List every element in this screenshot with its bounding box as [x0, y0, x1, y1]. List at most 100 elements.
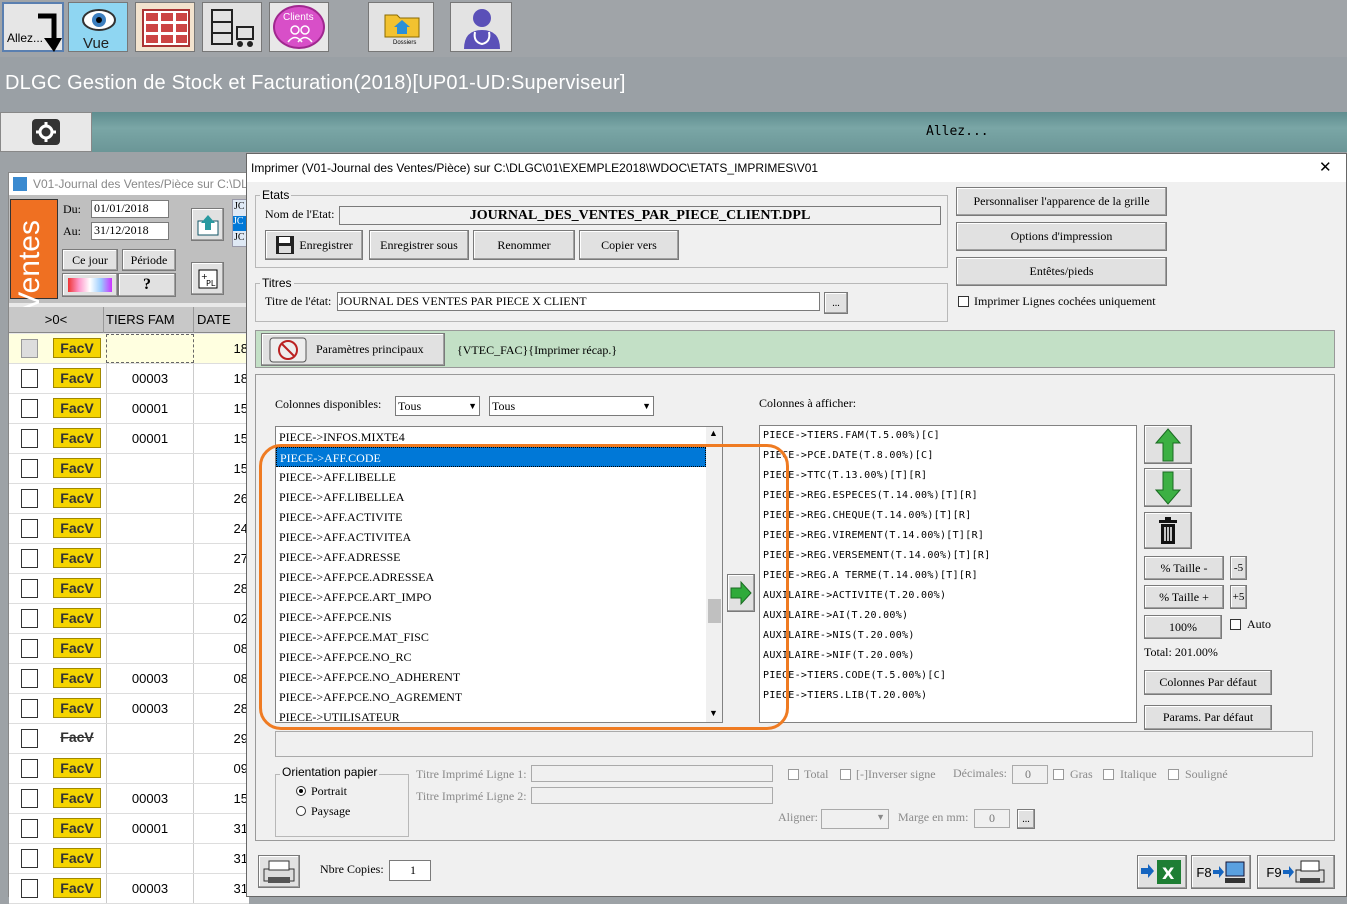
- table-row[interactable]: FacV 26: [9, 484, 249, 514]
- row-checkbox[interactable]: [21, 849, 38, 868]
- table-row[interactable]: FacV 00003 28: [9, 694, 249, 724]
- available-column-item[interactable]: PIECE->AFF.PCE.MAT_FISC: [276, 627, 706, 647]
- row-checkbox[interactable]: [21, 579, 38, 598]
- table-row[interactable]: FacV 00003 18: [9, 364, 249, 394]
- displayed-column-item[interactable]: PIECE->REG.VERSEMENT(T.14.00%)[T][R]: [760, 546, 1136, 566]
- displayed-column-item[interactable]: AUXILAIRE->AI(T.20.00%): [760, 606, 1136, 626]
- stock-button[interactable]: [202, 2, 262, 52]
- row-checkbox[interactable]: [21, 729, 38, 748]
- row-checkbox[interactable]: [21, 669, 38, 688]
- titre-ligne1-field[interactable]: [531, 765, 773, 782]
- displayed-column-item[interactable]: PIECE->TIERS.LIB(T.20.00%): [760, 686, 1136, 706]
- total-checkbox[interactable]: [788, 769, 799, 780]
- row-checkbox[interactable]: [21, 489, 38, 508]
- titre-ligne2-field[interactable]: [531, 787, 773, 804]
- periode-button[interactable]: Période: [122, 249, 176, 271]
- italique-checkbox[interactable]: [1103, 769, 1114, 780]
- delete-column-button[interactable]: [1144, 512, 1192, 549]
- help-button[interactable]: ?: [118, 273, 176, 297]
- marge-spinner[interactable]: 0: [974, 809, 1010, 828]
- displayed-column-item[interactable]: PIECE->TIERS.CODE(T.5.00%)[C]: [760, 666, 1136, 686]
- displayed-column-item[interactable]: PIECE->PCE.DATE(T.8.00%)[C]: [760, 446, 1136, 466]
- gras-checkbox[interactable]: [1053, 769, 1064, 780]
- params-defaut-button[interactable]: Params. Par défaut: [1144, 705, 1272, 730]
- marge-browse-button[interactable]: ...: [1017, 809, 1035, 829]
- table-row[interactable]: FacV 15: [9, 454, 249, 484]
- enregistrer-sous-button[interactable]: Enregistrer sous: [369, 230, 469, 260]
- available-columns-list[interactable]: PIECE->INFOS.MIXTE4 PIECE->AFF.CODE PIECE-…: [275, 426, 723, 723]
- row-checkbox[interactable]: [21, 519, 38, 538]
- table-row[interactable]: FacV 08: [9, 634, 249, 664]
- table-row[interactable]: FacV 18: [9, 334, 249, 364]
- col-toggle-header[interactable]: >0<: [9, 307, 104, 333]
- parametres-principaux-button[interactable]: Paramètres principaux: [261, 333, 445, 366]
- export-excel-button[interactable]: X: [1137, 855, 1187, 889]
- scroll-up-icon[interactable]: ▲: [709, 428, 718, 438]
- available-column-item[interactable]: PIECE->AFF.PCE.NIS: [276, 607, 706, 627]
- scroll-thumb[interactable]: [708, 599, 721, 623]
- displayed-column-item[interactable]: PIECE->REG.CHEQUE(T.14.00%)[T][R]: [760, 506, 1136, 526]
- displayed-column-item[interactable]: PIECE->TTC(T.13.00%)[T][R]: [760, 466, 1136, 486]
- au-date-field[interactable]: 31/12/2018: [91, 222, 169, 240]
- row-checkbox[interactable]: [21, 429, 38, 448]
- minus-five-button[interactable]: -5: [1230, 556, 1247, 580]
- nom-etat-field[interactable]: JOURNAL_DES_VENTES_PAR_PIECE_CLIENT.DPL: [339, 206, 941, 225]
- table-row[interactable]: FacV 24: [9, 514, 249, 544]
- row-checkbox[interactable]: [21, 639, 38, 658]
- row-checkbox[interactable]: [21, 879, 38, 898]
- displayed-column-item[interactable]: AUXILAIRE->NIS(T.20.00%): [760, 626, 1136, 646]
- row-checkbox[interactable]: [21, 459, 38, 478]
- settings-button[interactable]: [0, 112, 92, 152]
- available-column-item[interactable]: PIECE->AFF.ACTIVITE: [276, 507, 706, 527]
- table-row[interactable]: FacV 00001 15: [9, 394, 249, 424]
- enregistrer-button[interactable]: Enregistrer: [265, 230, 363, 260]
- displayed-column-item[interactable]: PIECE->TIERS.FAM(T.5.00%)[C]: [760, 426, 1136, 446]
- auto-checkbox[interactable]: [1230, 619, 1241, 630]
- imprimer-cochees-checkbox[interactable]: [958, 296, 969, 307]
- row-checkbox[interactable]: [21, 759, 38, 778]
- nbre-copies-spinner[interactable]: 1: [389, 860, 431, 881]
- available-column-item[interactable]: PIECE->AFF.PCE.NO_RC: [276, 647, 706, 667]
- souligne-checkbox[interactable]: [1168, 769, 1179, 780]
- table-row[interactable]: FacV 02: [9, 604, 249, 634]
- filter-select-2[interactable]: Tous ▼: [489, 396, 654, 416]
- dossiers-button[interactable]: Dossiers: [368, 2, 434, 52]
- aligner-select[interactable]: ▼: [821, 809, 889, 829]
- row-checkbox[interactable]: [21, 399, 38, 418]
- table-row[interactable]: FacV 00003 08: [9, 664, 249, 694]
- export-up-button[interactable]: [191, 208, 224, 241]
- available-column-item[interactable]: PIECE->INFOS.MIXTE4: [276, 427, 706, 447]
- user-button[interactable]: [450, 2, 512, 52]
- renommer-button[interactable]: Renommer: [473, 230, 575, 260]
- table-row[interactable]: FacV 00001 15: [9, 424, 249, 454]
- row-checkbox[interactable]: [21, 699, 38, 718]
- close-icon[interactable]: ✕: [1319, 158, 1332, 176]
- displayed-column-item[interactable]: PIECE->REG.A TERME(T.14.00%)[T][R]: [760, 566, 1136, 586]
- available-column-item[interactable]: PIECE->AFF.ACTIVITEA: [276, 527, 706, 547]
- row-checkbox[interactable]: [21, 609, 38, 628]
- add-pl-button[interactable]: + PL: [191, 262, 224, 295]
- table-row[interactable]: FacV 31: [9, 844, 249, 874]
- entetes-pieds-button[interactable]: Entêtes/pieds: [956, 257, 1167, 286]
- f9-print-button[interactable]: F9: [1257, 855, 1335, 889]
- available-scrollbar[interactable]: ▲ ▼: [706, 427, 722, 722]
- row-checkbox[interactable]: [21, 819, 38, 838]
- row-checkbox[interactable]: [21, 789, 38, 808]
- clients-button[interactable]: Clients: [269, 2, 329, 52]
- copier-vers-button[interactable]: Copier vers: [579, 230, 679, 260]
- displayed-column-item[interactable]: AUXILAIRE->NIF(T.20.00%): [760, 646, 1136, 666]
- allez-button[interactable]: Allez...: [2, 2, 64, 52]
- row-checkbox[interactable]: [21, 339, 38, 358]
- scroll-down-icon[interactable]: ▼: [709, 708, 718, 718]
- f8-preview-button[interactable]: F8: [1191, 855, 1251, 889]
- table-row[interactable]: FacV 29: [9, 724, 249, 754]
- displayed-column-item[interactable]: PIECE->REG.ESPECES(T.14.00%)[T][R]: [760, 486, 1136, 506]
- options-impression-button[interactable]: Options d'impression: [956, 222, 1167, 251]
- colonnes-defaut-button[interactable]: Colonnes Par défaut: [1144, 670, 1272, 695]
- table-row[interactable]: FacV 00003 31: [9, 874, 249, 904]
- table-row[interactable]: FacV 00001 31: [9, 814, 249, 844]
- available-column-item[interactable]: PIECE->AFF.PCE.NO_AGREMENT: [276, 687, 706, 707]
- personnaliser-grille-button[interactable]: Personnaliser l'apparence de la grille: [956, 187, 1167, 216]
- titre-etat-browse-button[interactable]: ...: [824, 292, 848, 314]
- available-column-item[interactable]: PIECE->AFF.PCE.ART_IMPO: [276, 587, 706, 607]
